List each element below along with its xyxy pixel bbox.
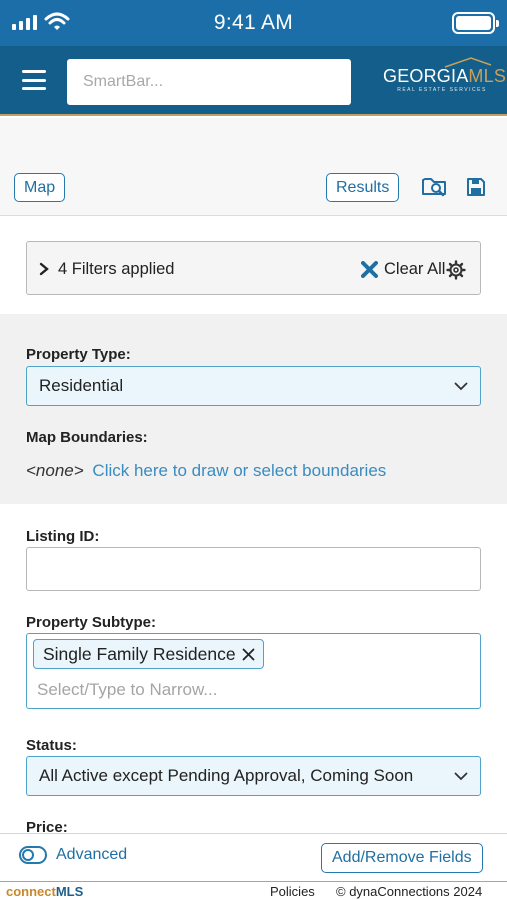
listing-id-input[interactable]	[26, 547, 481, 591]
subtype-narrow-input[interactable]	[37, 678, 467, 702]
clear-all-label: Clear All	[384, 259, 446, 278]
property-subtype-label: Property Subtype:	[26, 614, 157, 631]
chevron-down-icon	[454, 772, 468, 780]
add-remove-fields-button[interactable]: Add/Remove Fields	[321, 843, 483, 873]
property-type-value: Residential	[39, 376, 124, 395]
chevron-right-icon	[39, 262, 49, 276]
smartbar-search-input[interactable]	[67, 59, 351, 105]
gear-icon[interactable]	[446, 260, 466, 280]
filters-summary-card: 4 Filters applied Clear All	[26, 241, 481, 295]
search-toolbar: Map Results	[0, 118, 507, 216]
policies-link[interactable]: Policies	[270, 884, 315, 899]
property-type-select[interactable]: Residential	[26, 366, 481, 406]
map-boundaries-label: Map Boundaries:	[26, 429, 148, 446]
status-select[interactable]: All Active except Pending Approval, Comi…	[26, 756, 481, 796]
toggle-switch-icon	[19, 846, 47, 864]
georgia-mls-logo: GEORGIAMLS REAL ESTATE SERVICES	[383, 57, 506, 93]
status-label: Status:	[26, 737, 77, 754]
footer-actions: Advanced Add/Remove Fields	[0, 833, 507, 881]
logo-accent-text: MLS	[468, 66, 507, 86]
property-type-label: Property Type:	[26, 346, 131, 363]
subtype-chip[interactable]: Single Family Residence	[33, 639, 264, 669]
connectmls-logo: connectMLS	[6, 884, 83, 899]
chevron-down-icon	[454, 382, 468, 390]
map-boundaries-row: <none> Click here to draw or select boun…	[26, 461, 386, 481]
boundaries-none-value: <none>	[26, 461, 84, 480]
legal-footer: connectMLS Policies © dynaConnections 20…	[0, 881, 507, 900]
search-map-icon[interactable]	[421, 174, 448, 198]
save-icon[interactable]	[466, 177, 486, 197]
clear-all-button[interactable]: Clear All	[361, 242, 445, 296]
filters-applied-count: 4 Filters applied	[58, 259, 175, 278]
filters-expand-toggle[interactable]: 4 Filters applied	[39, 242, 174, 296]
listing-id-label: Listing ID:	[26, 528, 100, 545]
property-subtype-multiselect[interactable]: Single Family Residence	[26, 633, 481, 709]
hamburger-menu-icon[interactable]	[22, 70, 46, 90]
brand-accent-text: MLS	[55, 884, 84, 899]
map-button[interactable]: Map	[14, 173, 66, 202]
battery-icon	[452, 12, 499, 34]
draw-boundaries-link[interactable]: Click here to draw or select boundaries	[92, 461, 386, 480]
remove-chip-icon[interactable]	[242, 648, 255, 661]
clear-x-icon	[361, 260, 378, 278]
results-button[interactable]: Results	[326, 173, 400, 202]
logo-subtitle: REAL ESTATE SERVICES	[397, 87, 487, 93]
advanced-label: Advanced	[56, 846, 128, 863]
advanced-toggle[interactable]: Advanced	[19, 846, 127, 864]
status-bar: 9:41 AM	[0, 0, 507, 46]
status-value: All Active except Pending Approval, Comi…	[39, 766, 414, 785]
brand-text: connect	[6, 884, 56, 899]
logo-text: GEORGIA	[383, 66, 469, 86]
subtype-chip-label: Single Family Residence	[43, 643, 236, 664]
status-time: 9:41 AM	[213, 11, 294, 34]
copyright-text: © dynaConnections 2024	[336, 884, 483, 899]
app-header: GEORGIAMLS REAL ESTATE SERVICES	[0, 46, 507, 116]
roof-logo-icon	[444, 57, 492, 68]
